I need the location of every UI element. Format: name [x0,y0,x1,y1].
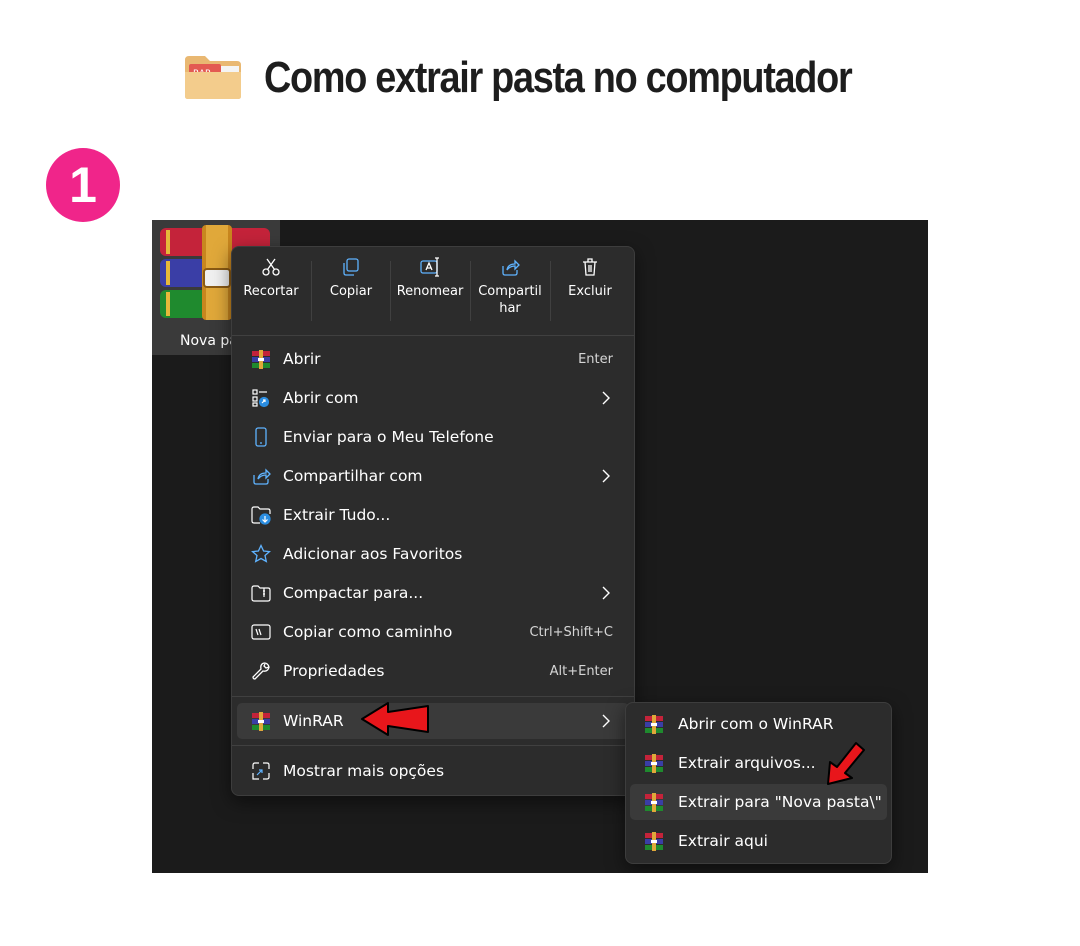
menu-item-add-favorites[interactable]: Adicionar aos Favoritos [237,536,629,572]
context-menu: Recortar Copiar Renomear Compartil har E… [231,246,635,796]
submenu-item-open-with-winrar[interactable]: Abrir com o WinRAR [630,706,887,742]
delete-label: Excluir [568,284,612,299]
trash-icon [583,258,597,276]
chevron-right-icon [602,586,610,600]
winrar-icon [252,350,270,369]
zip-folder-icon [251,585,271,602]
cut-button[interactable]: Recortar [232,257,310,331]
copy-icon [343,258,359,276]
menu-item-compress-to[interactable]: Compactar para... [237,575,629,611]
desktop-screenshot: Nova pa Recortar Copiar Renomear Compart… [152,220,928,873]
menu-divider [232,696,634,697]
menu-item-label: Propriedades [283,662,385,680]
page-header: RAR Como extrair pasta no computador [0,44,1080,114]
menu-item-label: Abrir [283,350,321,368]
winrar-icon [645,715,663,734]
submenu-item-label: Extrair aqui [678,832,768,850]
winrar-icon [252,712,270,731]
rename-button[interactable]: Renomear [391,257,469,331]
wrench-icon [252,662,270,680]
chevron-right-icon [602,714,610,728]
red-arrow-down-icon [827,742,865,785]
menu-item-properties[interactable]: Propriedades Alt+Enter [237,653,629,689]
scissors-icon [262,258,280,276]
menu-divider [232,745,634,746]
winrar-icon [645,754,663,773]
share-icon [253,468,271,485]
submenu-item-label: Extrair arquivos... [678,754,816,772]
menu-item-open[interactable]: Abrir Enter [237,341,629,377]
page-title: Como extrair pasta no computador [264,53,853,102]
more-options-icon [252,762,270,780]
menu-item-label: Adicionar aos Favoritos [283,545,463,563]
menu-item-label: Enviar para o Meu Telefone [283,428,494,446]
chevron-right-icon [602,391,610,405]
menu-item-share-with[interactable]: Compartilhar com [237,458,629,494]
menu-item-send-to-phone[interactable]: Enviar para o Meu Telefone [237,419,629,455]
red-arrow-left-icon [361,702,429,736]
file-name-label: Nova pa [180,333,238,349]
share-label: Compartil har [478,284,542,316]
menu-item-label: Extrair Tudo... [283,506,391,524]
copy-button[interactable]: Copiar [312,257,390,331]
step-number-badge: 1 [46,148,120,222]
menu-item-extract-all[interactable]: Extrair Tudo... [237,497,629,533]
menu-item-shortcut: Enter [578,352,613,367]
rar-folder-icon: RAR [185,56,241,99]
menu-item-open-with[interactable]: Abrir com [237,380,629,416]
submenu-item-extract-here[interactable]: Extrair aqui [630,823,887,859]
cut-label: Recortar [243,284,299,299]
winrar-icon [645,793,663,812]
context-toolbar: Recortar Copiar Renomear Compartil har E… [232,247,634,335]
copy-label: Copiar [329,284,373,299]
open-with-icon [252,389,270,408]
menu-item-label: Mostrar mais opções [283,762,445,780]
menu-item-label: Copiar como caminho [283,623,453,641]
star-icon [251,544,271,563]
share-icon [502,259,520,276]
delete-button[interactable]: Excluir [551,257,629,331]
extract-folder-icon [251,506,271,525]
menu-item-label: Compartilhar com [283,467,423,485]
menu-item-winrar[interactable]: WinRAR [237,703,629,739]
menu-item-shortcut: Alt+Enter [549,664,613,679]
copy-path-icon [251,624,271,640]
submenu-item-extract-to-folder[interactable]: Extrair para "Nova pasta\" [630,784,887,820]
menu-item-label: WinRAR [283,712,344,730]
menu-item-label: Compactar para... [283,584,424,602]
menu-item-shortcut: Ctrl+Shift+C [529,625,613,640]
menu-item-show-more-options[interactable]: Mostrar mais opções [237,753,629,789]
menu-item-label: Abrir com [283,389,359,407]
phone-icon [255,427,267,447]
menu-item-copy-as-path[interactable]: Copiar como caminho Ctrl+Shift+C [237,614,629,650]
rename-icon [420,257,439,277]
menu-divider [232,335,634,336]
submenu-item-label: Abrir com o WinRAR [678,715,834,733]
chevron-right-icon [602,469,610,483]
rename-label: Renomear [396,284,464,299]
submenu-item-label: Extrair para "Nova pasta\" [678,793,882,811]
winrar-icon [645,832,663,851]
share-button[interactable]: Compartil har [471,257,549,331]
